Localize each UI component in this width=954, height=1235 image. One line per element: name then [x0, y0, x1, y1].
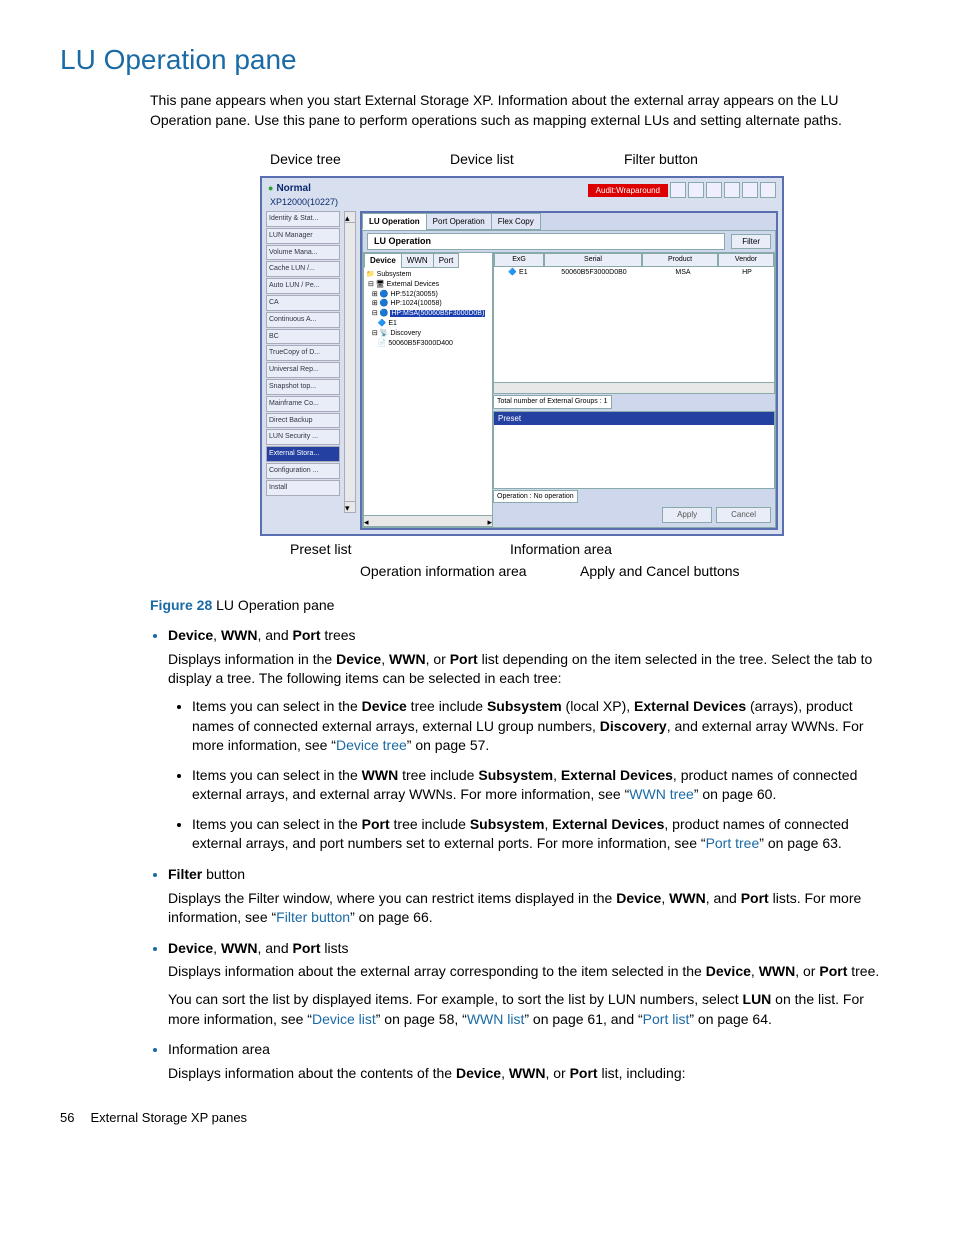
page-footer: 56 External Storage XP panes: [60, 1109, 894, 1127]
toolbar-icon-1[interactable]: [670, 182, 686, 198]
sidebar-item[interactable]: LUN Manager: [266, 228, 340, 244]
sidebar-item[interactable]: External Stora...: [266, 446, 340, 462]
sidebar-item[interactable]: Install: [266, 480, 340, 496]
toolbar-icon-3[interactable]: [706, 182, 722, 198]
callout-device-list: Device list: [450, 150, 514, 170]
sub-wwn-tree: Items you can select in the WWN tree inc…: [192, 766, 894, 805]
col-product[interactable]: Product: [642, 253, 718, 267]
figure-caption: Figure 28 LU Operation pane: [150, 596, 894, 616]
device-tree[interactable]: 📁 Subsystem ⊟ 🖥 External Devices ⊞ 🔵 HP:…: [364, 268, 492, 515]
link-device-tree[interactable]: Device tree: [336, 737, 407, 753]
sidebar-item[interactable]: BC: [266, 329, 340, 345]
information-area: Total number of External Groups : 1: [493, 395, 612, 409]
outer-tab[interactable]: LU Operation: [362, 213, 427, 230]
link-wwn-list[interactable]: WWN list: [467, 1011, 525, 1027]
outer-tab[interactable]: Flex Copy: [491, 213, 541, 230]
status-normal: Normal: [268, 182, 338, 196]
filter-button[interactable]: Filter: [731, 234, 771, 249]
sidebar-item[interactable]: Mainframe Co...: [266, 396, 340, 412]
sidebar-item[interactable]: Continuous A...: [266, 312, 340, 328]
sidebar-item[interactable]: Cache LUN /...: [266, 261, 340, 277]
sidebar-item[interactable]: Snapshot top...: [266, 379, 340, 395]
tree-tab[interactable]: Device: [364, 253, 402, 268]
page-title: LU Operation pane: [60, 40, 894, 79]
link-device-list[interactable]: Device list: [312, 1011, 376, 1027]
preset-list[interactable]: Preset: [493, 411, 775, 489]
model-label: XP12000(10227): [270, 196, 338, 209]
figure-28: Device tree Device list Filter button No…: [150, 150, 894, 585]
sidebar-item[interactable]: Auto LUN / Pe...: [266, 278, 340, 294]
bullet-trees: Device, WWN, and Port trees Displays inf…: [168, 625, 894, 854]
callout-preset-list: Preset list: [290, 540, 351, 560]
link-port-list[interactable]: Port list: [643, 1011, 690, 1027]
panel-title: LU Operation: [367, 233, 725, 250]
col-vendor[interactable]: Vendor: [718, 253, 774, 267]
toolbar-icon-4[interactable]: [724, 182, 740, 198]
link-wwn-tree[interactable]: WWN tree: [629, 786, 694, 802]
bullet-filter: Filter button Displays the Filter window…: [168, 864, 894, 928]
sidebar-item[interactable]: CA: [266, 295, 340, 311]
bullet-info-area: Information area Displays information ab…: [168, 1039, 894, 1083]
link-filter-button[interactable]: Filter button: [276, 909, 350, 925]
callout-filter-button: Filter button: [624, 150, 698, 170]
app-window: Normal XP12000(10227) Audit:Wraparound I…: [260, 176, 784, 535]
sidebar-item[interactable]: LUN Security ...: [266, 429, 340, 445]
sidebar-item[interactable]: TrueCopy of D...: [266, 345, 340, 361]
sidebar-item[interactable]: Direct Backup: [266, 413, 340, 429]
device-list[interactable]: ExG Serial Product Vendor 🔷 E1 50060B5F3…: [493, 252, 775, 394]
list-row[interactable]: 🔷 E1 50060B5F3000D0B0 MSA HP: [494, 267, 774, 279]
col-exg[interactable]: ExG: [494, 253, 544, 267]
intro-paragraph: This pane appears when you start Externa…: [150, 91, 894, 130]
outer-tab[interactable]: Port Operation: [426, 213, 492, 230]
sub-device-tree: Items you can select in the Device tree …: [192, 697, 894, 756]
sidebar-item[interactable]: Identity & Stat...: [266, 211, 340, 227]
bullet-lists: Device, WWN, and Port lists Displays inf…: [168, 938, 894, 1029]
audit-badge: Audit:Wraparound: [588, 184, 668, 197]
device-tree-pane: DeviceWWNPort 📁 Subsystem ⊟ 🖥 External D…: [363, 252, 493, 527]
sidebar-item[interactable]: Universal Rep...: [266, 362, 340, 378]
toolbar-icon-5[interactable]: [742, 182, 758, 198]
apply-button[interactable]: Apply: [662, 507, 712, 522]
col-serial[interactable]: Serial: [544, 253, 642, 267]
sidebar-scrollbar[interactable]: ▴ ▾: [344, 211, 356, 513]
sidebar-item[interactable]: Volume Mana...: [266, 245, 340, 261]
sub-port-tree: Items you can select in the Port tree in…: [192, 815, 894, 854]
operation-info-area: Operation : No operation: [493, 490, 578, 504]
callout-apply-cancel: Apply and Cancel buttons: [580, 562, 740, 582]
link-port-tree[interactable]: Port tree: [706, 835, 760, 851]
toolbar-icon-2[interactable]: [688, 182, 704, 198]
toolbar-icon-6[interactable]: [760, 182, 776, 198]
list-scrollbar[interactable]: [494, 382, 774, 393]
callout-op-info: Operation information area: [360, 562, 527, 582]
sidebar-item[interactable]: Configuration ...: [266, 463, 340, 479]
callout-device-tree: Device tree: [270, 150, 341, 170]
tree-tab[interactable]: WWN: [401, 253, 434, 268]
outer-tabs: LU OperationPort OperationFlex Copy: [362, 213, 776, 230]
sidebar: Identity & Stat...LUN ManagerVolume Mana…: [266, 211, 340, 530]
cancel-button[interactable]: Cancel: [716, 507, 771, 522]
tree-tab[interactable]: Port: [433, 253, 460, 268]
callout-info-area: Information area: [510, 540, 612, 560]
